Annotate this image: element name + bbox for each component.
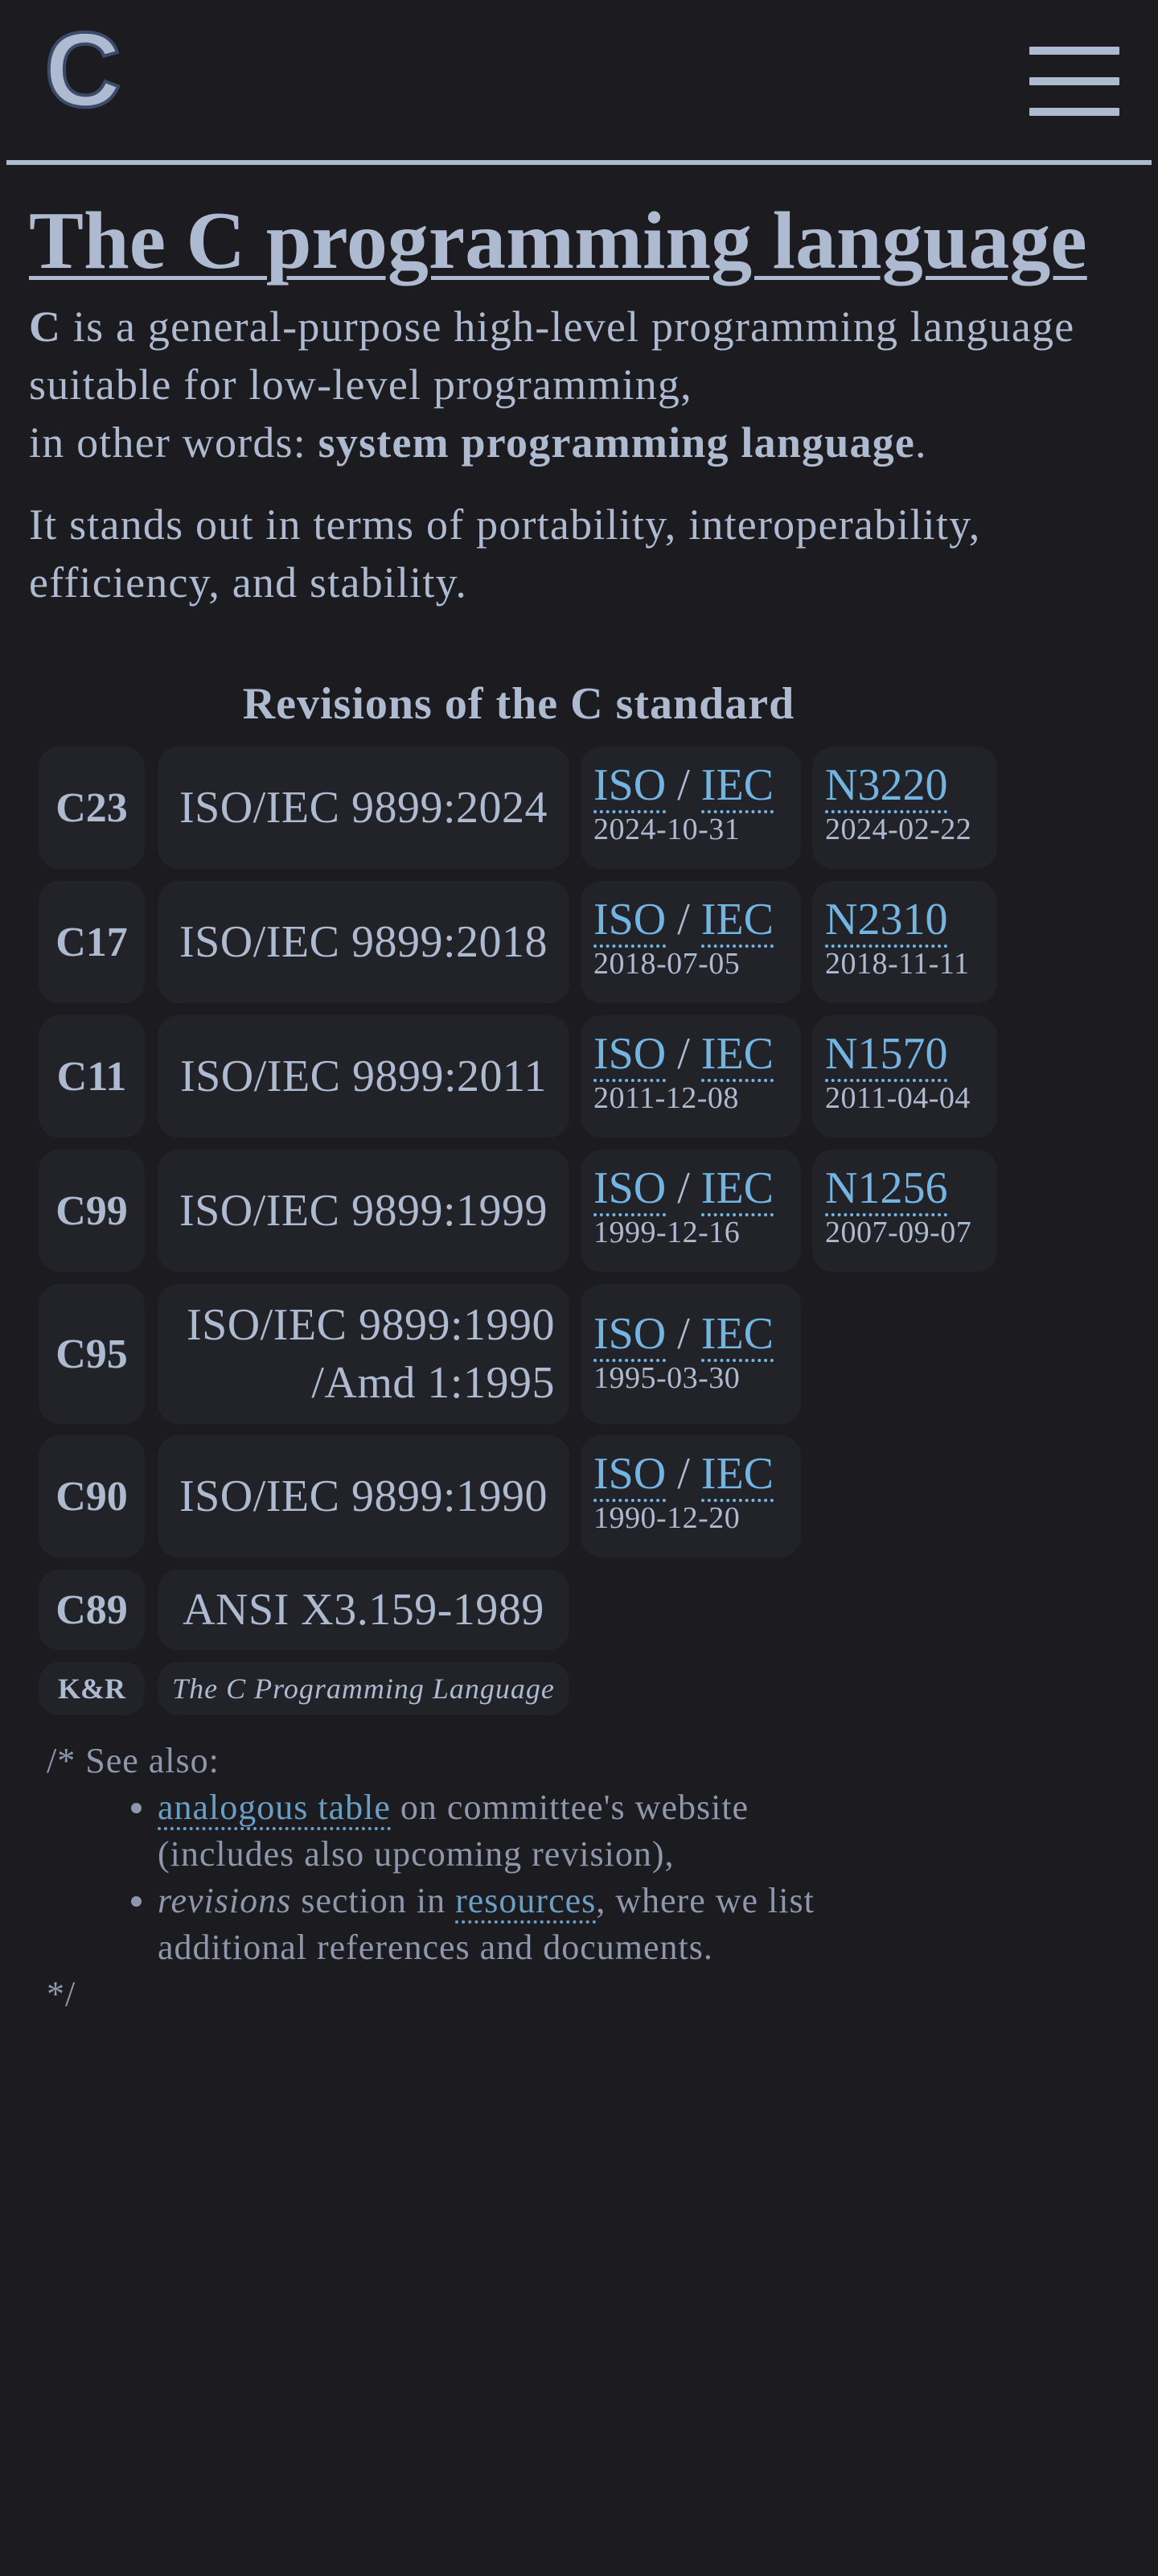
list-item: revisions section in resources, where we…: [158, 1878, 851, 1971]
revision-standard-name: ISO/IEC 9899:1999: [158, 1150, 569, 1272]
site-header: C: [0, 0, 1158, 166]
iso-link[interactable]: ISO: [593, 1163, 667, 1216]
iso-iec-links-cell: ISO / IEC 1995-03-30: [581, 1284, 801, 1424]
draft-link[interactable]: N3220: [825, 760, 948, 813]
standard-name-line: ISO/IEC 9899:1999: [179, 1186, 548, 1236]
page-title[interactable]: The C programming language: [29, 193, 1087, 290]
revision-code: C95: [39, 1284, 145, 1424]
draft-link[interactable]: N2310: [825, 895, 948, 948]
iso-link[interactable]: ISO: [593, 1449, 667, 1502]
book-title: The C Programming Language: [172, 1673, 555, 1705]
link-separator: /: [677, 1163, 690, 1213]
revision-standard-name: The C Programming Language: [158, 1662, 569, 1715]
intro-text-a: is a general-purpose high-level programm…: [29, 302, 1075, 409]
logo-letter: C: [44, 24, 121, 129]
standard-name-line: ISO/IEC 9899:2024: [179, 783, 548, 833]
revision-standard-name: ISO/IEC 9899:1990: [158, 1435, 569, 1558]
revision-standard-name: ISO/IEC 9899:2011: [158, 1015, 569, 1138]
publication-date: 2011-12-08: [593, 1081, 739, 1115]
intro-text-b: in other words:: [29, 418, 318, 467]
revisions-caption: Revisions of the C standard: [242, 679, 795, 729]
draft-cell: N2310 2018-11-11: [812, 881, 997, 1003]
draft-date: 2011-04-04: [825, 1081, 971, 1115]
menu-bar-bottom: [1029, 108, 1119, 116]
iso-iec-links-cell: ISO / IEC 2024-10-31: [581, 747, 801, 869]
publication-date: 1995-03-30: [593, 1361, 741, 1395]
revision-code: C90: [39, 1435, 145, 1558]
standard-name-line: /Amd 1:1995: [311, 1358, 555, 1408]
revision-standard-name: ISO/IEC 9899:2024: [158, 747, 569, 869]
list-item: analogous table on committee's website (…: [158, 1784, 851, 1878]
publication-date: 2024-10-31: [593, 813, 741, 846]
revision-code: K&R: [39, 1662, 145, 1715]
link-separator: /: [677, 1309, 690, 1359]
header-divider: [6, 160, 1152, 165]
link-separator: /: [677, 1029, 690, 1079]
iso-iec-links-cell: ISO / IEC 1990-12-20: [581, 1435, 801, 1558]
draft-date: 2007-09-07: [825, 1216, 972, 1249]
iec-link[interactable]: IEC: [700, 1163, 774, 1216]
see-also-list: analogous table on committee's website (…: [47, 1784, 851, 1971]
revision-code: C89: [39, 1570, 145, 1650]
iso-iec-links-cell: ISO / IEC 2018-07-05: [581, 881, 801, 1003]
iec-link[interactable]: IEC: [700, 1449, 774, 1502]
draft-link[interactable]: N1256: [825, 1163, 948, 1216]
intro-paragraph-2: It stands out in terms of portability, i…: [29, 500, 981, 607]
hamburger-menu-icon[interactable]: [1029, 47, 1119, 116]
standard-name-line: ISO/IEC 9899:2011: [180, 1051, 547, 1101]
publication-date: 1990-12-20: [593, 1501, 741, 1535]
standard-name-line: ISO/IEC 9899:1990: [179, 1471, 548, 1521]
link-separator: /: [677, 760, 690, 810]
standard-name-line: ISO/IEC 9899:1990: [186, 1300, 555, 1350]
c-logo-icon[interactable]: C: [39, 24, 127, 129]
iso-link[interactable]: ISO: [593, 895, 667, 948]
link-separator: /: [677, 1449, 690, 1499]
revision-code: C17: [39, 881, 145, 1003]
see-also-open: /* See also:: [47, 1741, 220, 1780]
list-item-text: section in: [291, 1881, 456, 1920]
draft-cell: N1570 2011-04-04: [812, 1015, 997, 1138]
c-bold: C: [29, 302, 62, 351]
publication-date: 1999-12-16: [593, 1216, 741, 1249]
analogous-table-link[interactable]: analogous table: [158, 1788, 391, 1830]
publication-date: 2018-07-05: [593, 947, 741, 981]
intro-paragraph-1: C is a general-purpose high-level progra…: [29, 298, 1139, 471]
draft-link[interactable]: N1570: [825, 1029, 948, 1082]
revision-standard-name: ISO/IEC 9899:1990 /Amd 1:1995: [158, 1284, 569, 1424]
revisions-italic: revisions: [158, 1881, 292, 1920]
system-programming-phrase: system programming language: [318, 418, 916, 467]
iso-iec-links-cell: ISO / IEC 1999-12-16: [581, 1150, 801, 1272]
see-also-comment: /* See also: analogous table on committe…: [47, 1738, 851, 2018]
standard-name-line: ISO/IEC 9899:2018: [179, 917, 548, 967]
revision-standard-name: ISO/IEC 9899:2018: [158, 881, 569, 1003]
iec-link[interactable]: IEC: [700, 895, 774, 948]
iec-link[interactable]: IEC: [700, 760, 774, 813]
iso-iec-links-cell: ISO / IEC 2011-12-08: [581, 1015, 801, 1138]
draft-cell: N3220 2024-02-22: [812, 747, 997, 869]
revision-code: C11: [39, 1015, 145, 1138]
menu-bar-top: [1029, 47, 1119, 55]
iso-link[interactable]: ISO: [593, 1029, 667, 1082]
draft-cell: N1256 2007-09-07: [812, 1150, 997, 1272]
iso-link[interactable]: ISO: [593, 760, 667, 813]
draft-date: 2018-11-11: [825, 947, 970, 981]
iec-link[interactable]: IEC: [700, 1029, 774, 1082]
iec-link[interactable]: IEC: [700, 1309, 774, 1362]
link-separator: /: [677, 895, 690, 944]
revision-code: C23: [39, 747, 145, 869]
revision-code: C99: [39, 1150, 145, 1272]
menu-bar-middle: [1029, 77, 1119, 85]
draft-date: 2024-02-22: [825, 813, 972, 846]
iso-link[interactable]: ISO: [593, 1309, 667, 1362]
revision-standard-name: ANSI X3.159-1989: [158, 1570, 569, 1650]
see-also-close: */: [47, 1974, 76, 2014]
intro-end: .: [915, 418, 927, 467]
resources-link[interactable]: resources: [455, 1881, 597, 1924]
standard-name-line: ANSI X3.159-1989: [183, 1585, 544, 1635]
